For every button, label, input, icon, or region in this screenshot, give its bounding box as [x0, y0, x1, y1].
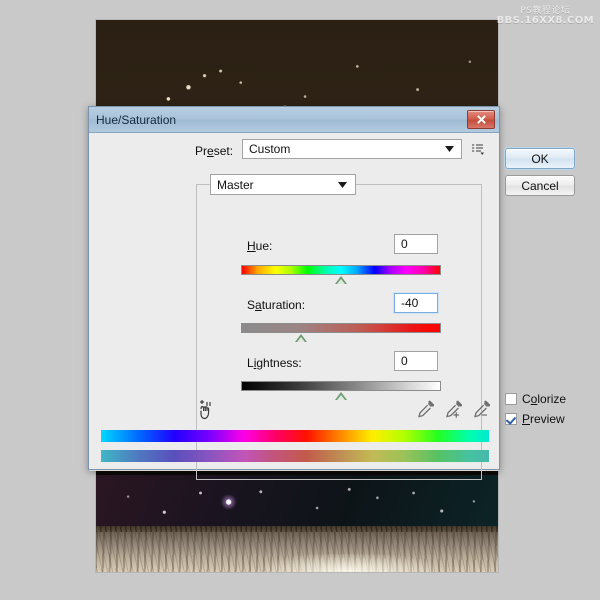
dialog-titlebar[interactable]: Hue/Saturation [89, 107, 499, 133]
lightness-label: Lightness: [247, 356, 302, 370]
preset-dropdown[interactable]: Custom [242, 139, 462, 159]
hue-slider-thumb[interactable] [335, 276, 347, 284]
hue-label: Hue: [247, 239, 273, 253]
lightness-value-input[interactable]: 0 [394, 351, 438, 371]
watermark: PS教程论坛 BBS.16XX8.COM [496, 6, 594, 27]
hue-value-input[interactable]: 0 [394, 234, 438, 254]
ok-button[interactable]: OK [505, 148, 575, 169]
close-icon [476, 115, 486, 124]
dialog-title: Hue/Saturation [96, 112, 177, 127]
preset-label: Preset: [195, 144, 234, 158]
hue-saturation-dialog: Hue/Saturation Preset: Custom OK Cancel [88, 106, 575, 480]
lightness-slider-track[interactable] [241, 381, 441, 391]
channel-dropdown[interactable]: Master [210, 174, 356, 195]
colorize-checkbox[interactable] [505, 393, 517, 405]
colorize-checkbox-row[interactable]: Colorize [505, 392, 566, 406]
chevron-down-icon [338, 181, 347, 188]
saturation-label: Saturation: [247, 298, 306, 312]
result-spectrum-bar[interactable] [101, 450, 489, 462]
saturation-slider-thumb[interactable] [295, 334, 307, 342]
cancel-button[interactable]: Cancel [505, 175, 575, 196]
preset-row: Preset: Custom [89, 132, 499, 172]
eyedropper-icon[interactable] [415, 400, 435, 420]
preset-value: Custom [249, 142, 291, 156]
colorize-label: Colorize [522, 392, 567, 406]
preview-label: Preview [522, 412, 565, 426]
chevron-down-icon [445, 146, 454, 152]
close-button[interactable] [467, 110, 495, 129]
preview-checkbox[interactable] [505, 413, 517, 425]
saturation-value-input[interactable]: -40 [394, 293, 438, 313]
saturation-slider-track[interactable] [241, 323, 441, 333]
dialog-bottom-divider [89, 470, 499, 471]
preset-list-menu-icon[interactable] [471, 143, 485, 156]
eyedropper-plus-icon[interactable] [443, 400, 463, 420]
hue-slider-track[interactable] [241, 265, 441, 275]
lightness-slider-thumb[interactable] [335, 392, 347, 400]
terrain-highlight [264, 554, 434, 572]
preview-checkbox-row[interactable]: Preview [505, 412, 565, 426]
channel-value: Master [217, 177, 254, 192]
source-spectrum-bar [101, 430, 489, 442]
eyedropper-minus-icon[interactable] [471, 400, 491, 420]
watermark-line-2: BBS.16XX8.COM [496, 15, 594, 27]
targeted-adjustment-hand-icon[interactable] [195, 399, 217, 421]
